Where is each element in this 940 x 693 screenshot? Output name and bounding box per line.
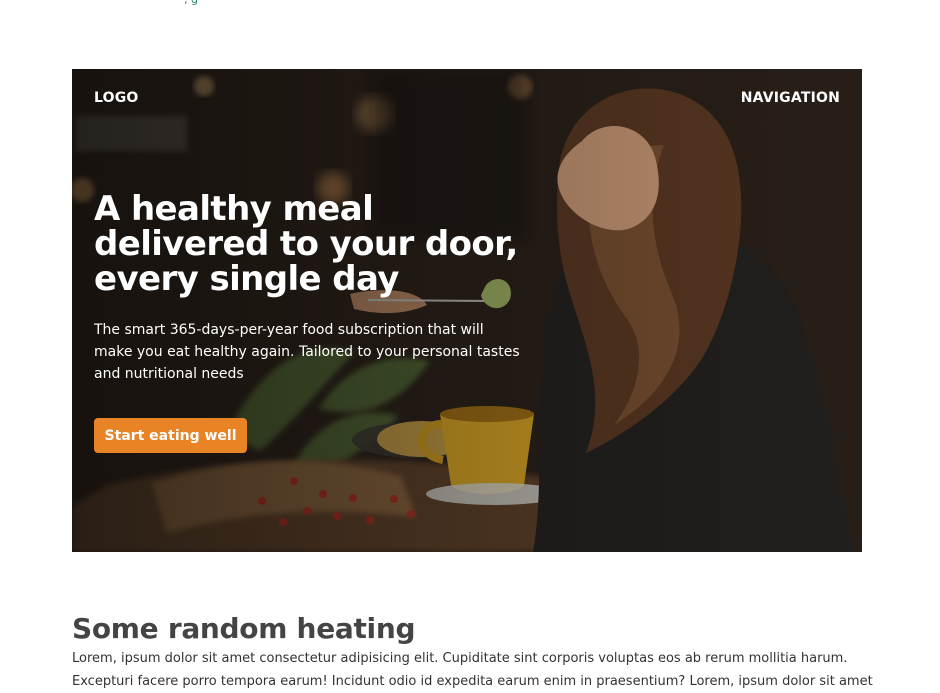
- hero-heading: A healthy meal delivered to your door, e…: [94, 189, 518, 299]
- section-description: Lorem, ipsum dolor sit amet consectetur …: [72, 647, 873, 693]
- top-text-fragment: , g: [184, 0, 214, 6]
- hero-section: LOGO NAVIGATION A healthy meal delivered…: [72, 69, 862, 552]
- hero-content: LOGO NAVIGATION A healthy meal delivered…: [72, 69, 862, 552]
- start-eating-well-button[interactable]: Start eating well: [94, 418, 247, 453]
- section-description-line: Excepturi facere porro tempora earum! In…: [72, 674, 873, 689]
- section-description-line: Lorem, ipsum dolor sit amet consectetur …: [72, 651, 848, 666]
- logo[interactable]: LOGO: [94, 90, 139, 106]
- section-heading: Some random heating: [72, 612, 416, 645]
- hero-description: The smart 365-days-per-year food subscri…: [94, 322, 520, 382]
- navigation-link[interactable]: NAVIGATION: [741, 90, 840, 106]
